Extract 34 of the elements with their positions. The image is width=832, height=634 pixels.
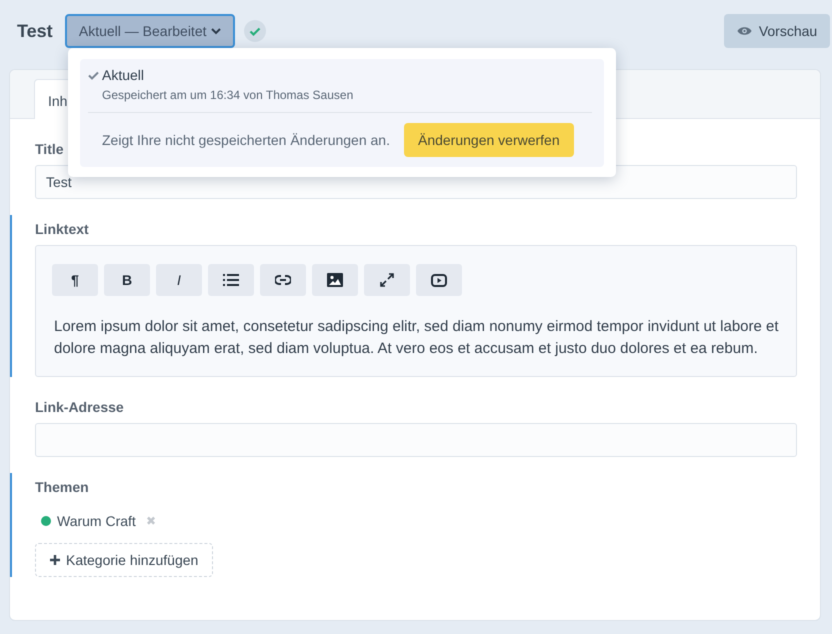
plus-icon	[50, 555, 60, 565]
caret-icon	[210, 28, 220, 34]
toolbar-button[interactable]	[312, 264, 358, 296]
eye-icon	[736, 26, 752, 36]
entry-title: Test	[17, 20, 53, 42]
toolbar-button[interactable]: I	[156, 264, 202, 296]
expand-icon	[380, 273, 394, 287]
revision-label: Aktuell	[102, 67, 146, 83]
field-label: Link-Adresse	[35, 399, 124, 415]
toolbar-button[interactable]: ¶	[52, 264, 98, 296]
field-label: Title	[35, 141, 64, 157]
toolbar-button[interactable]	[416, 264, 462, 296]
rich-text-editor[interactable]	[35, 245, 797, 377]
link-icon	[275, 275, 291, 285]
text-field[interactable]	[35, 423, 797, 457]
field-label: Themen	[35, 479, 89, 495]
revision-item[interactable]: Aktuell Gespeichert am um 16:34 von Thomas Sausen	[88, 67, 592, 113]
image-icon	[327, 273, 343, 287]
discard-changes-button[interactable]: Änderungen verwerfen	[404, 123, 574, 157]
toolbar-button[interactable]	[260, 264, 306, 296]
unsaved-notice: Zeigt Ihre nicht gespeicherten Änderungen an.	[102, 132, 390, 148]
preview-button[interactable]: Vorschau	[724, 14, 830, 48]
revision-subtitle: Gespeichert am um 16:34 von Thomas Sausen	[102, 88, 354, 102]
field-label: Linktext	[35, 221, 89, 237]
revision-dropdown-button[interactable]: Aktuell — Bearbeitet	[64, 14, 235, 48]
add-category-button[interactable]: Kategorie hinzufügen	[35, 543, 214, 577]
toolbar-button[interactable]	[364, 264, 410, 296]
category-tag: Warum Craft	[57, 513, 136, 529]
list-icon	[223, 274, 239, 286]
editor-text: Lorem ipsum dolor sit amet, consetetur sadipscing elitr, sed diam nonumy eirmod tempor invidunt ut labore et dolore magna aliquyam erat, sed diam voluptua. At vero eos et accusam et justo duo dolores et ea rebum.	[54, 317, 780, 359]
video-icon	[431, 274, 447, 286]
toolbar-button[interactable]	[208, 264, 254, 296]
check-icon	[88, 71, 99, 80]
toolbar-button[interactable]: B	[104, 264, 150, 296]
